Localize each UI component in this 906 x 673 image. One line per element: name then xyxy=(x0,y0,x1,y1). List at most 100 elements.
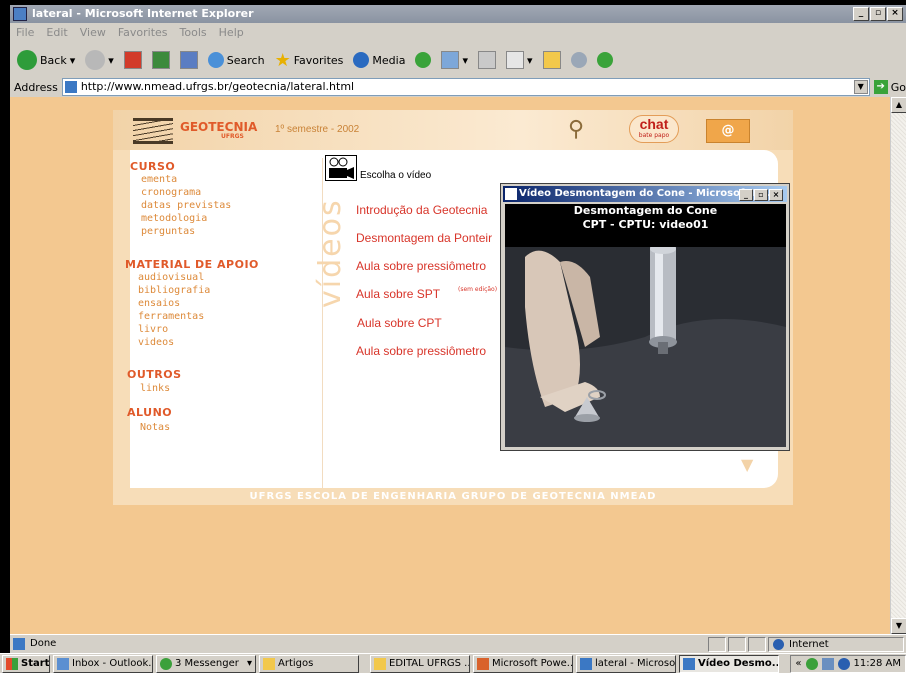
globe-icon xyxy=(773,639,784,650)
popup-close-button[interactable]: × xyxy=(769,189,783,201)
address-bar: Address http://www.nmead.ufrgs.br/geotec… xyxy=(10,77,906,97)
menu-help[interactable]: Help xyxy=(219,24,244,42)
task-powerpoint[interactable]: Microsoft Powe... xyxy=(473,654,573,673)
nav-link-notas[interactable]: Notas xyxy=(140,421,170,434)
video-link-spt[interactable]: Aula sobre SPT xyxy=(356,287,440,301)
video-link-pressiometro-1[interactable]: Aula sobre pressiômetro xyxy=(356,259,486,273)
folder-icon xyxy=(374,657,386,670)
stop-button[interactable] xyxy=(121,48,145,72)
go-button[interactable]: ➔ Go xyxy=(873,80,906,94)
close-button[interactable]: × xyxy=(887,7,903,21)
back-button[interactable]: Back ▾ xyxy=(14,48,78,72)
home-button[interactable] xyxy=(177,48,201,72)
nav-link-cronograma[interactable]: cronograma xyxy=(141,186,231,199)
security-zone: Internet xyxy=(768,637,904,652)
task-outlook[interactable]: Inbox - Outlook... xyxy=(53,654,153,673)
print-button[interactable] xyxy=(475,48,499,72)
menu-tools[interactable]: Tools xyxy=(180,24,207,42)
star-icon: ★ xyxy=(274,49,291,71)
video-popup-window[interactable]: Vídeo Desmontagem do Cone - Microsoft In… xyxy=(500,183,790,451)
stop-icon xyxy=(123,51,142,69)
nav-link-links[interactable]: links xyxy=(140,382,170,395)
network-icon[interactable] xyxy=(821,657,834,670)
nav-link-ementa[interactable]: ementa xyxy=(141,173,231,186)
video-link-pressiometro-2[interactable]: Aula sobre pressiômetro xyxy=(356,344,486,358)
minimize-button[interactable]: _ xyxy=(853,7,869,21)
nav-link-metodologia[interactable]: metodologia xyxy=(141,212,231,225)
nav-link-audiovisual[interactable]: audiovisual xyxy=(138,271,210,284)
nav-link-bibliografia[interactable]: bibliografia xyxy=(138,284,210,297)
window-title: lateral - Microsoft Internet Explorer xyxy=(32,7,254,20)
popup-title: Vídeo Desmontagem do Cone - Microsoft In… xyxy=(519,188,775,199)
video-link-cpt[interactable]: Aula sobre CPT xyxy=(357,316,442,330)
scroll-up-icon[interactable]: ▲ xyxy=(891,97,906,113)
popup-maximize-button[interactable]: ▫ xyxy=(754,189,768,201)
section-material: MATERIAL DE APOIO xyxy=(125,258,259,271)
toolbar: Back ▾ ▾ Search ★ Favorites Media ▾ ▾ xyxy=(10,43,906,77)
task-label: EDITAL UFRGS ... xyxy=(389,658,470,669)
clock[interactable]: 11:28 AM xyxy=(854,658,901,669)
page-done-icon xyxy=(13,638,25,650)
task-messenger[interactable]: 3 Messenger ▾ xyxy=(156,654,256,673)
task-artigos[interactable]: Artigos xyxy=(259,654,359,673)
folder-button[interactable] xyxy=(540,48,564,72)
vertical-scrollbar[interactable]: ▲ ▼ xyxy=(890,97,906,634)
video-title: Desmontagem do Cone xyxy=(573,204,718,217)
ie-icon xyxy=(13,7,27,21)
task-lateral-ie[interactable]: lateral - Microso... xyxy=(576,654,676,673)
video-link-introducao[interactable]: Introdução da Geotecnia xyxy=(356,203,487,217)
favorites-button[interactable]: ★ Favorites xyxy=(272,48,347,72)
section-outros: OUTROS xyxy=(127,368,182,381)
address-input[interactable]: http://www.nmead.ufrgs.br/geotecnia/late… xyxy=(61,78,870,96)
taskbar: Start Inbox - Outlook... 3 Messenger ▾ A… xyxy=(0,653,906,673)
task-edital[interactable]: EDITAL UFRGS ... xyxy=(370,654,470,673)
status-cell xyxy=(708,637,726,652)
zone-label: Internet xyxy=(789,639,829,650)
nav-outros: links xyxy=(140,382,170,395)
video-link-desmontagem[interactable]: Desmontagem da Ponteir xyxy=(356,231,492,245)
logo-subtext: UFRGS xyxy=(221,133,244,140)
mail-button[interactable]: ▾ xyxy=(438,48,471,72)
status-cell xyxy=(748,637,766,652)
address-dropdown-icon[interactable]: ▼ xyxy=(853,80,868,94)
media-icon xyxy=(353,52,370,68)
edit-button[interactable]: ▾ xyxy=(503,48,536,72)
media-button[interactable]: Media xyxy=(350,48,408,72)
task-video-popup[interactable]: Vídeo Desmo... xyxy=(679,654,779,673)
section-aluno: ALUNO xyxy=(127,406,173,419)
messenger-tray-icon[interactable] xyxy=(805,657,818,670)
messenger-button[interactable] xyxy=(594,48,616,72)
discuss-button[interactable] xyxy=(568,48,590,72)
search-button[interactable]: Search xyxy=(205,48,268,72)
popup-minimize-button[interactable]: _ xyxy=(739,189,753,201)
email-icon[interactable]: @ xyxy=(706,119,750,143)
nav-link-livro[interactable]: livro xyxy=(138,323,210,336)
folder-icon xyxy=(263,657,275,670)
chat-button[interactable]: chat bate papo xyxy=(629,115,679,143)
ie-icon xyxy=(580,657,592,670)
sem-edicao-note: (sem edição) xyxy=(458,286,498,293)
forward-button[interactable]: ▾ xyxy=(82,48,117,72)
windows-logo-icon xyxy=(6,657,18,670)
nav-link-videos[interactable]: videos xyxy=(138,336,210,349)
refresh-button[interactable] xyxy=(149,48,173,72)
logo-text[interactable]: GEOTECNIA xyxy=(180,120,257,134)
menu-view[interactable]: View xyxy=(80,24,106,42)
tray-expand-icon[interactable]: « xyxy=(795,658,801,669)
video-player[interactable] xyxy=(505,247,786,447)
history-button[interactable] xyxy=(412,48,434,72)
menu-bar: File Edit View Favorites Tools Help xyxy=(10,24,906,42)
magnifier-icon[interactable]: ⚲ xyxy=(568,117,596,143)
nav-link-datas[interactable]: datas previstas xyxy=(141,199,231,212)
nav-link-ensaios[interactable]: ensaios xyxy=(138,297,210,310)
menu-file[interactable]: File xyxy=(16,24,34,42)
start-button[interactable]: Start xyxy=(2,654,50,673)
nav-link-ferramentas[interactable]: ferramentas xyxy=(138,310,210,323)
search-tray-icon[interactable] xyxy=(837,657,850,670)
forward-arrow-icon xyxy=(85,50,106,70)
maximize-button[interactable]: ▫ xyxy=(870,7,886,21)
menu-edit[interactable]: Edit xyxy=(46,24,67,42)
menu-favorites[interactable]: Favorites xyxy=(118,24,168,42)
scroll-down-icon[interactable]: ▼ xyxy=(891,618,906,634)
nav-link-perguntas[interactable]: perguntas xyxy=(141,225,231,238)
